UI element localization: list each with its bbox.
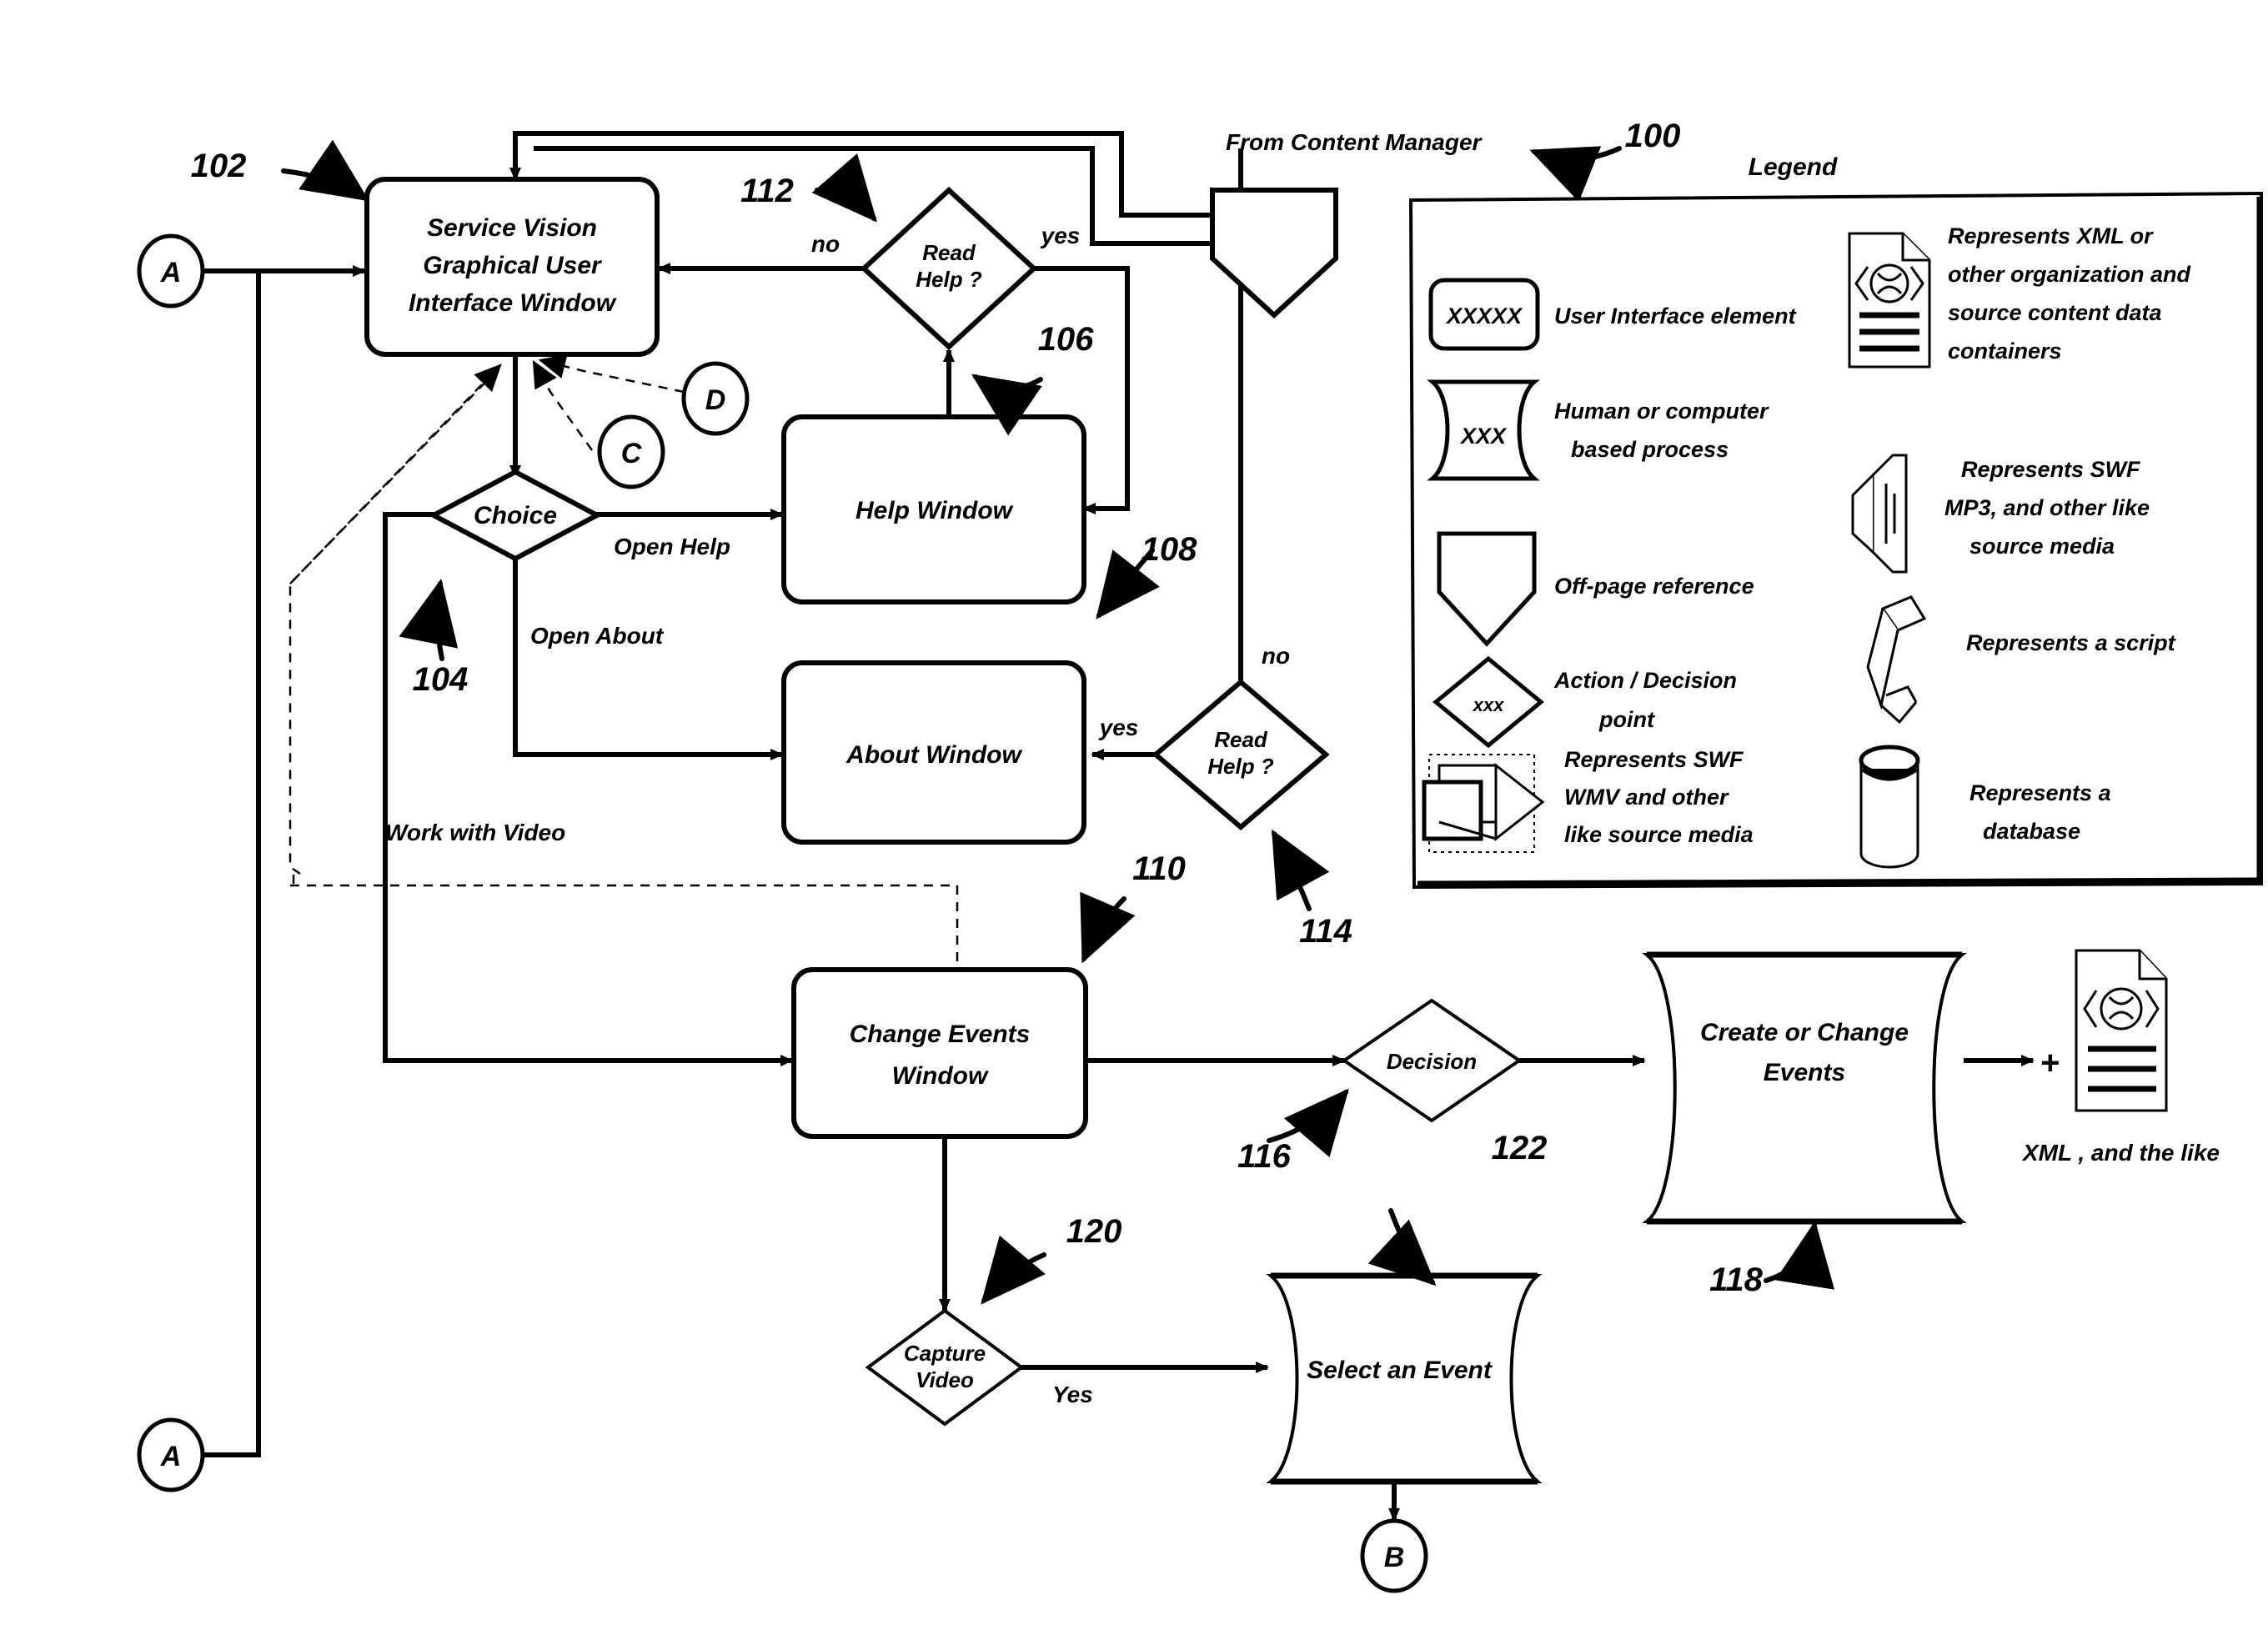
- offpage-source-label: From Content Manager: [1226, 129, 1483, 155]
- connector-d-label: D: [705, 384, 726, 416]
- ref-numeral-122: 122: [1492, 1130, 1548, 1166]
- node-capture-video-label-1: Capture: [904, 1341, 986, 1366]
- ref-numeral-106: 106: [1038, 321, 1094, 358]
- node-decision-label: Decision: [1387, 1049, 1477, 1074]
- ref-numeral-108: 108: [1142, 531, 1197, 568]
- legend-label-swf-wmv-1: Represents SWF: [1564, 747, 1744, 772]
- connector-b-label: B: [1384, 1542, 1405, 1573]
- ref-numeral-104: 104: [413, 661, 469, 698]
- connector-a-top-label: A: [160, 257, 182, 288]
- legend-sample-action-decision: xxx: [1473, 695, 1504, 715]
- node-create-or-change-label-2: Events: [1764, 1059, 1845, 1086]
- legend-label-swf-mp3-1: Represents SWF: [1961, 457, 2141, 482]
- edge-label-work-with-video: Work with Video: [385, 820, 565, 845]
- node-select-an-event-label: Select an Event: [1307, 1357, 1493, 1384]
- connector-c-label: C: [621, 438, 642, 469]
- legend-label-action-decision-1: Action / Decision: [1553, 668, 1737, 693]
- ref-numeral-116: 116: [1237, 1138, 1292, 1175]
- ref-numeral-114: 114: [1299, 913, 1352, 950]
- edge-label-readhelp-bottom-no: no: [1262, 643, 1290, 669]
- node-gui-window-label-3: Interface Window: [409, 289, 617, 317]
- node-choice-label: Choice: [474, 502, 557, 529]
- edge-label-capture-yes: Yes: [1052, 1382, 1093, 1407]
- legend-label-xml-1: Represents XML or: [1948, 223, 2154, 248]
- legend-label-xml-4: containers: [1948, 339, 2062, 364]
- legend-label-script: Represents a script: [1966, 630, 2176, 655]
- node-create-or-change-label-1: Create or Change: [1700, 1019, 1909, 1046]
- node-change-events-label-2: Window: [892, 1062, 989, 1090]
- legend-label-ui-element: User Interface element: [1554, 303, 1797, 329]
- legend-label-database-2: database: [1983, 819, 2080, 844]
- plus-sign-label: +: [2040, 1045, 2059, 1081]
- legend-label-database-1: Represents a: [1969, 780, 2111, 805]
- legend-label-swf-mp3-3: source media: [1969, 534, 2115, 559]
- legend-label-process-2: based process: [1571, 437, 1729, 462]
- ref-numeral-102: 102: [191, 148, 247, 184]
- edge-label-open-about: Open About: [530, 623, 665, 649]
- node-read-help-bottom-label-2: Help ?: [1207, 754, 1274, 779]
- node-change-events-label-1: Change Events: [850, 1021, 1031, 1048]
- legend-label-xml-3: source content data: [1948, 300, 2162, 325]
- edge-label-readhelp-top-yes: yes: [1040, 223, 1081, 248]
- node-capture-video-label-2: Video: [916, 1367, 974, 1392]
- figure-canvas: Service Vision Graphical User Interface …: [0, 0, 2268, 1635]
- legend-sample-process: XXX: [1459, 424, 1508, 449]
- edge-label-readhelp-top-no: no: [811, 231, 840, 257]
- node-gui-window-label-2: Graphical User: [423, 252, 603, 279]
- node-read-help-top-label-2: Help ?: [916, 267, 982, 292]
- ref-numeral-110: 110: [1132, 850, 1186, 887]
- legend-label-xml-2: other organization and: [1948, 262, 2191, 287]
- connector-a-bottom-label: A: [160, 1441, 182, 1472]
- legend-sample-ui-element: XXXXX: [1445, 303, 1523, 329]
- legend-label-swf-mp3-2: MP3, and other like: [1944, 495, 2150, 520]
- ref-numeral-118: 118: [1709, 1261, 1764, 1298]
- legend-label-process-1: Human or computer: [1554, 399, 1769, 424]
- legend-title: Legend: [1749, 153, 1838, 181]
- legend-label-swf-wmv-3: like source media: [1564, 822, 1754, 847]
- xml-output-label: XML , and the like: [2021, 1140, 2220, 1166]
- node-read-help-top-label-1: Read: [922, 240, 976, 265]
- edge-label-readhelp-bottom-yes: yes: [1098, 715, 1139, 740]
- edge-label-open-help: Open Help: [614, 534, 730, 559]
- legend-label-offpage-reference: Off-page reference: [1554, 574, 1754, 599]
- ref-numeral-100: 100: [1625, 118, 1681, 154]
- legend-label-swf-wmv-2: WMV and other: [1564, 785, 1729, 810]
- node-read-help-bottom-label-1: Read: [1214, 727, 1268, 752]
- node-help-window-label: Help Window: [856, 497, 1014, 524]
- label-svg: Service Vision Graphical User Interface …: [160, 118, 2220, 1573]
- legend-label-action-decision-2: point: [1598, 707, 1655, 732]
- node-gui-window-label-1: Service Vision: [427, 214, 597, 242]
- ref-numeral-120: 120: [1066, 1213, 1122, 1250]
- ref-numeral-112: 112: [740, 173, 794, 209]
- node-about-window-label: About Window: [845, 741, 1022, 769]
